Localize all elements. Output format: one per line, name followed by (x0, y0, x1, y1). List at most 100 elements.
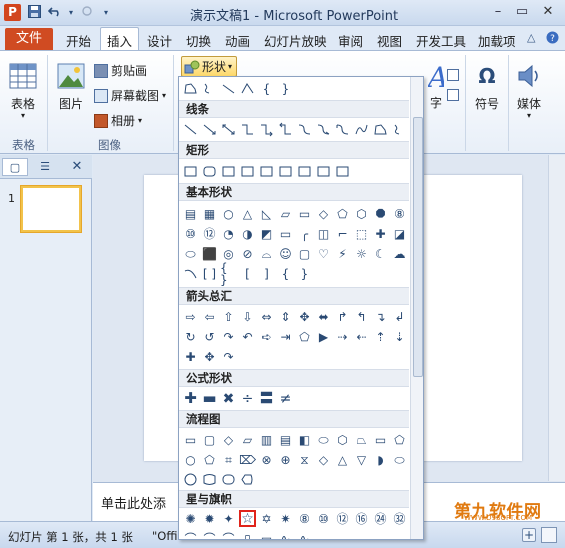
quad-arrow-callout-icon[interactable]: ✚ (182, 348, 199, 365)
no-symbol-icon[interactable]: ⊘ (239, 245, 256, 262)
half-frame-icon[interactable]: ╭ (296, 225, 313, 242)
flowchart-magnetic-disk-icon[interactable] (201, 471, 218, 488)
right-bracket-icon[interactable]: ] (258, 265, 275, 282)
donut-icon[interactable]: ◎ (220, 245, 237, 262)
folded-corner-icon[interactable]: ▢ (296, 245, 313, 262)
flowchart-collate-icon[interactable]: ⧖ (296, 451, 313, 468)
flowchart-alternate-process-icon[interactable]: ▢ (201, 431, 218, 448)
flowchart-direct-access-icon[interactable] (220, 471, 237, 488)
decagon-icon[interactable]: ⑩ (182, 225, 199, 242)
line-icon[interactable] (182, 121, 199, 138)
pie-icon[interactable]: ◔ (220, 225, 237, 242)
zoom-in-icon[interactable]: + (522, 528, 536, 542)
flowchart-display-icon[interactable] (239, 471, 256, 488)
text-button-partial[interactable]: A 字 (425, 61, 448, 111)
cross-icon[interactable]: ⬚ (353, 225, 370, 242)
ribbon-down-icon[interactable]: ⌒ (201, 530, 218, 540)
equal-icon[interactable]: 〓 (258, 390, 275, 407)
slide-thumbnail[interactable] (21, 186, 81, 232)
bracket-pair-icon[interactable]: [ ] (201, 265, 218, 282)
brace-pair-icon[interactable]: { } (220, 262, 237, 286)
flowchart-multidocument-icon[interactable]: ⬭ (315, 431, 332, 448)
oval-icon[interactable]: ○ (220, 205, 237, 222)
outline-tab-icon[interactable]: ☰ (32, 158, 58, 176)
moon-icon[interactable]: ☾ (372, 245, 389, 262)
frame-icon[interactable]: ▭ (277, 225, 294, 242)
octagon-icon[interactable]: ⑧ (391, 205, 408, 222)
plus-icon[interactable]: ✚ (182, 390, 199, 407)
can-icon[interactable]: ◪ (391, 225, 408, 242)
sun-icon[interactable]: ☼ (353, 245, 370, 262)
plaque-icon[interactable]: ✚ (372, 225, 389, 242)
flowchart-sequential-storage-icon[interactable] (182, 471, 199, 488)
tab-view[interactable]: 视图 (377, 31, 402, 50)
text-box-icon[interactable]: ▤ (182, 205, 199, 222)
quad-arrow-icon[interactable]: ✥ (296, 308, 313, 325)
triangle-icon[interactable]: △ (239, 205, 256, 222)
l-shape-icon[interactable]: ◫ (315, 225, 332, 242)
chevron-icon[interactable]: ▶ (315, 328, 332, 345)
left-bracket-icon[interactable]: [ (239, 265, 256, 282)
explosion-2-icon[interactable]: ✹ (201, 510, 218, 527)
diamond-icon[interactable]: ◇ (315, 205, 332, 222)
tab-file[interactable]: 文件 (5, 28, 53, 50)
curved-up-arrow-icon[interactable]: ↷ (220, 328, 237, 345)
12-point-star-icon[interactable]: ⑫ (334, 510, 351, 527)
pentagon-arrow-icon[interactable]: ⬠ (296, 328, 313, 345)
pentagon-icon[interactable]: ⬠ (334, 205, 351, 222)
minimize-ribbon-icon[interactable]: △ (527, 31, 535, 44)
hexagon-icon[interactable]: ⬡ (353, 205, 370, 222)
vertical-text-box-icon[interactable]: ▦ (201, 205, 218, 222)
bent-up-arrow-icon[interactable]: ↲ (391, 308, 408, 325)
tab-addins[interactable]: 加载项 (478, 31, 516, 50)
close-panel-icon[interactable]: ✕ (64, 158, 90, 176)
right-brace-shape-icon[interactable]: } (296, 265, 313, 282)
chord-icon[interactable]: ◑ (239, 225, 256, 242)
flowchart-merge-icon[interactable]: ▽ (353, 451, 370, 468)
left-arrow-icon[interactable]: ⇦ (201, 308, 218, 325)
u-turn-arrow-icon[interactable]: ↰ (353, 308, 370, 325)
theme-status[interactable]: "Offi (152, 529, 177, 543)
up-arrow-callout-icon[interactable]: ⇡ (372, 328, 389, 345)
flowchart-stored-data-icon[interactable]: ◗ (372, 451, 389, 468)
notched-right-arrow-icon[interactable]: ⇥ (277, 328, 294, 345)
heart-icon[interactable]: ♡ (315, 245, 332, 262)
line-icon[interactable] (220, 80, 237, 97)
up-down-arrow-icon[interactable]: ⇕ (277, 308, 294, 325)
flowchart-internal-storage-icon[interactable]: ▤ (277, 431, 294, 448)
shapes-button[interactable]: 形状 ▾ (181, 56, 237, 77)
block-arc-icon[interactable]: ⌓ (258, 245, 275, 262)
arc-shape-icon[interactable] (182, 265, 199, 282)
undo-icon[interactable] (47, 5, 63, 21)
curved-down-arrow-icon[interactable]: ↶ (239, 328, 256, 345)
undo-dropdown-icon[interactable]: ▾ (63, 5, 79, 21)
up-arrow-icon[interactable]: ⇧ (220, 308, 237, 325)
elbow-connector-icon[interactable] (239, 121, 256, 138)
left-brace-icon[interactable]: { (258, 80, 275, 97)
6-point-star-icon[interactable]: ✡ (258, 510, 275, 527)
flowchart-data-icon[interactable]: ▱ (239, 431, 256, 448)
tab-insert[interactable]: 插入 (100, 27, 140, 51)
flowchart-document-icon[interactable]: ◧ (296, 431, 313, 448)
round-same-side-icon[interactable] (315, 163, 332, 180)
flowchart-preparation-icon[interactable]: ⏢ (353, 431, 370, 448)
small-icon-2[interactable] (447, 89, 459, 101)
7-point-star-icon[interactable]: ✷ (277, 510, 294, 527)
restore-icon[interactable]: ▭ (512, 3, 532, 21)
redo-icon[interactable] (79, 5, 95, 21)
scribble-icon[interactable] (201, 80, 218, 97)
flowchart-punched-tape-icon[interactable]: ⌦ (239, 451, 256, 468)
curve-icon[interactable] (353, 121, 370, 138)
flowchart-sort-icon[interactable]: ◇ (315, 451, 332, 468)
rectangle-icon[interactable] (182, 163, 199, 180)
double-wave-icon[interactable]: ∿ (296, 530, 313, 540)
down-arrow-callout-icon[interactable]: ⇣ (391, 328, 408, 345)
tab-slideshow[interactable]: 幻灯片放映 (264, 31, 327, 50)
snip-diagonal-icon[interactable] (258, 163, 275, 180)
multiply-icon[interactable]: ✖ (220, 390, 237, 407)
explosion-1-icon[interactable]: ✺ (182, 510, 199, 527)
ribbon-up-icon[interactable]: ⌒ (182, 530, 199, 540)
flowchart-connector-icon[interactable]: ○ (182, 451, 199, 468)
minus-icon[interactable]: ▬ (201, 390, 218, 407)
cloud-icon[interactable]: ☁ (391, 245, 408, 262)
